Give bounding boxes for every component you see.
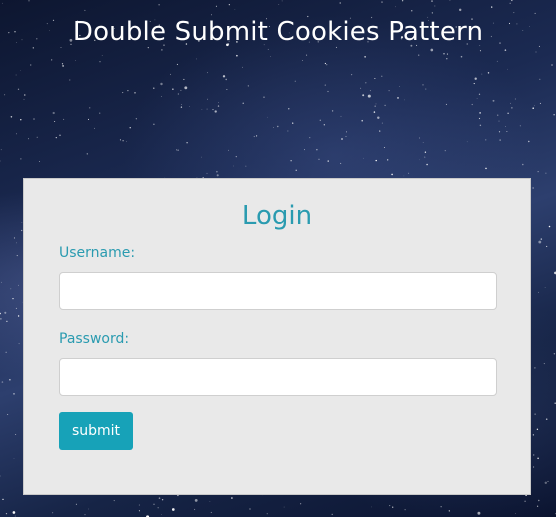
login-heading: Login	[241, 201, 313, 231]
login-card: Login Username: Password: submit	[23, 178, 531, 495]
password-label: Password:	[59, 331, 130, 347]
username-input[interactable]	[59, 272, 497, 310]
username-label: Username:	[59, 245, 136, 261]
password-input[interactable]	[59, 358, 497, 396]
page-title: Double Submit Cookies Pattern	[72, 17, 484, 47]
submit-button[interactable]: submit	[59, 412, 133, 450]
